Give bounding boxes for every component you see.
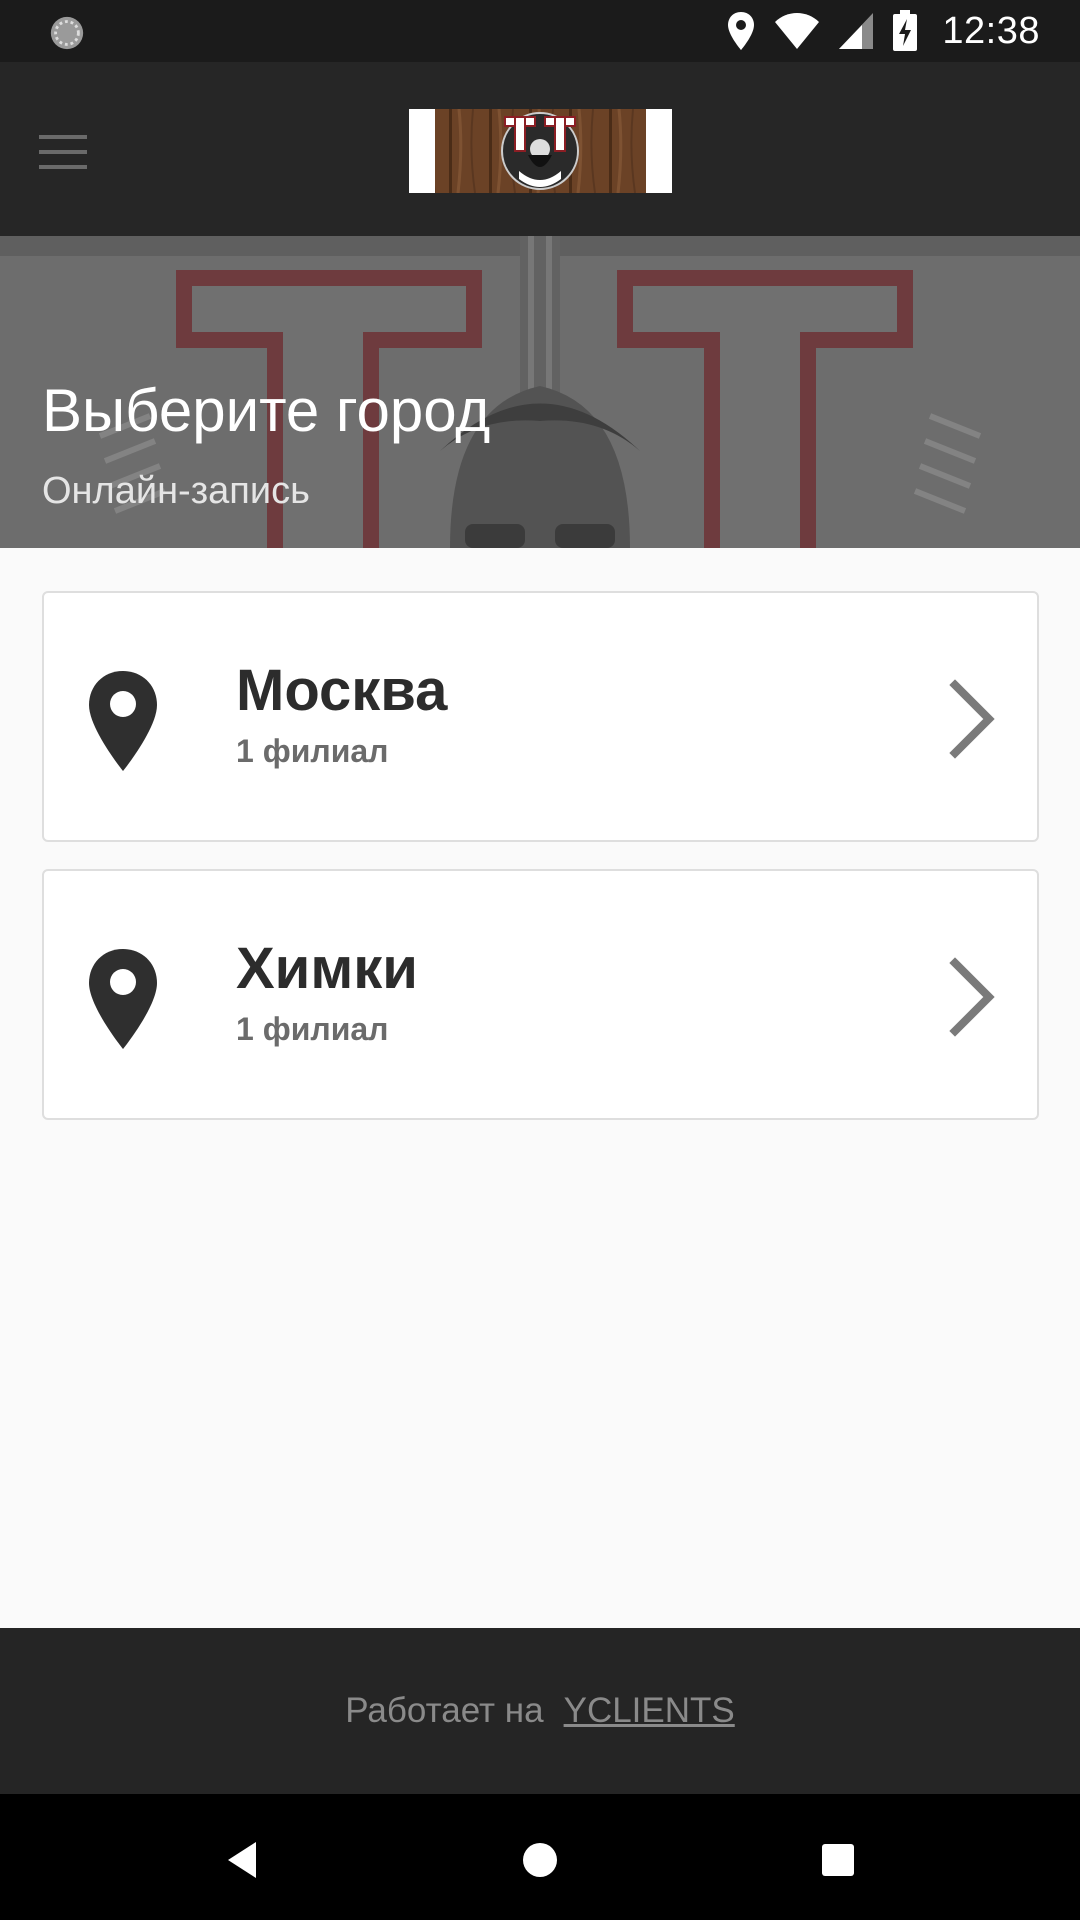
app-bar <box>0 62 1080 236</box>
system-nav-bar <box>0 1794 1080 1920</box>
home-button[interactable] <box>510 1830 570 1890</box>
battery-charging-icon <box>893 10 918 51</box>
map-pin-icon <box>89 949 157 1049</box>
wifi-icon <box>775 13 820 49</box>
hero-banner: Выберите город Онлайн-запись <box>0 236 1080 548</box>
page-subtitle: Онлайн-запись <box>42 470 310 512</box>
city-name: Химки <box>236 936 418 1001</box>
city-card-khimki[interactable]: Химки 1 филиал <box>42 869 1039 1120</box>
hamburger-menu-icon <box>39 135 87 169</box>
chevron-right-icon <box>949 957 995 1037</box>
recents-icon <box>822 1844 854 1876</box>
signal-icon <box>839 13 874 49</box>
back-icon <box>228 1842 256 1878</box>
map-pin-icon <box>89 671 157 771</box>
footer: Работает на YCLIENTS <box>0 1628 1080 1794</box>
yclients-link[interactable]: YCLIENTS <box>564 1691 735 1731</box>
brand-logo <box>409 109 672 193</box>
location-icon <box>728 12 755 50</box>
city-card-moscow[interactable]: Москва 1 филиал <box>42 591 1039 842</box>
sync-icon <box>50 16 84 50</box>
menu-button[interactable] <box>28 122 98 182</box>
branch-count: 1 филиал <box>236 733 389 769</box>
back-button[interactable] <box>212 1830 272 1890</box>
city-name: Москва <box>236 658 448 723</box>
branch-count: 1 филиал <box>236 1011 389 1047</box>
status-time: 12:38 <box>942 9 1040 52</box>
chevron-right-icon <box>949 679 995 759</box>
home-icon <box>523 1843 557 1877</box>
status-bar: 12:38 <box>0 0 1080 62</box>
city-list: Москва 1 филиал Химки 1 филиал <box>42 591 1039 1147</box>
page-title: Выберите город <box>42 377 491 444</box>
powered-by-label: Работает на <box>345 1691 544 1730</box>
recents-button[interactable] <box>808 1830 868 1890</box>
